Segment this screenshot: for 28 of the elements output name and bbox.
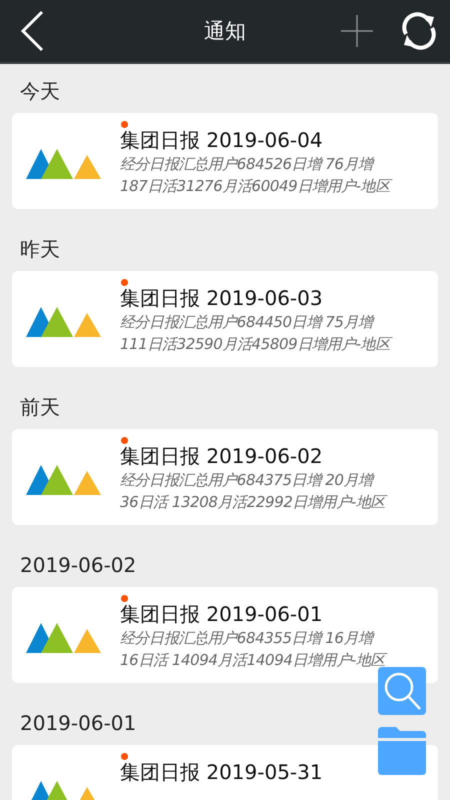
section-label: 昨天: [19, 236, 61, 263]
section-label: 今天: [19, 78, 61, 105]
section-label: 2019-06-02: [19, 552, 138, 579]
mountains-logo-icon: [26, 623, 101, 653]
notification-summary: 经分日报汇总用户684375日增 20月增 36日活 13208月活22992日增用户-地区: [120, 470, 386, 513]
page-title: 通知: [204, 18, 246, 45]
notification-summary: 经分日报汇总用户684450日增 75月增 111日活32590月活45809日增用户-地区: [120, 311, 390, 355]
notification-title: 集团日报 2019-06-01: [120, 601, 324, 627]
section-label: 2019-06-01: [19, 710, 138, 737]
notification-title: 集团日报 2019-06-02: [120, 443, 324, 469]
search-button[interactable]: [378, 667, 426, 715]
notification-title: 集团日报 2019-05-31: [120, 759, 323, 785]
notification-card[interactable]: 集团日报 2019-05-31: [12, 745, 438, 800]
notification-title: 集团日报 2019-06-03: [120, 285, 324, 311]
notification-summary: 经分日报汇总用户684355日增 16月增 16日活 14094月活14094日增用户-地区: [120, 628, 386, 671]
refresh-icon[interactable]: [400, 12, 438, 50]
notification-card[interactable]: 集团日报 2019-06-02 经分日报汇总用户684375日增 20月增 36日活 13208月活22992日增用户-地区: [12, 429, 438, 525]
notification-card[interactable]: 集团日报 2019-06-01 经分日报汇总用户684355日增 16月增 16日活 14094月活14094日增用户-地区: [12, 587, 438, 683]
section-label: 前天: [19, 394, 61, 421]
back-icon[interactable]: [20, 10, 44, 52]
notification-card[interactable]: 集团日报 2019-06-04 经分日报汇总用户684526日增 76月增 187日活31276月活60049日增用户-地区: [12, 113, 438, 209]
notification-summary: 经分日报汇总用户684526日增 76月增 187日活31276月活60049日增用户-地区: [120, 153, 390, 197]
notification-card[interactable]: 集团日报 2019-06-03 经分日报汇总用户684450日增 75月增 111日活32590月活45809日增用户-地区: [12, 271, 438, 367]
mountains-logo-icon: [26, 149, 101, 179]
add-icon[interactable]: [340, 14, 374, 48]
mountains-logo-icon: [26, 307, 101, 337]
notification-title: 集团日报 2019-06-04: [120, 127, 324, 153]
mountains-logo-icon: [26, 465, 101, 495]
